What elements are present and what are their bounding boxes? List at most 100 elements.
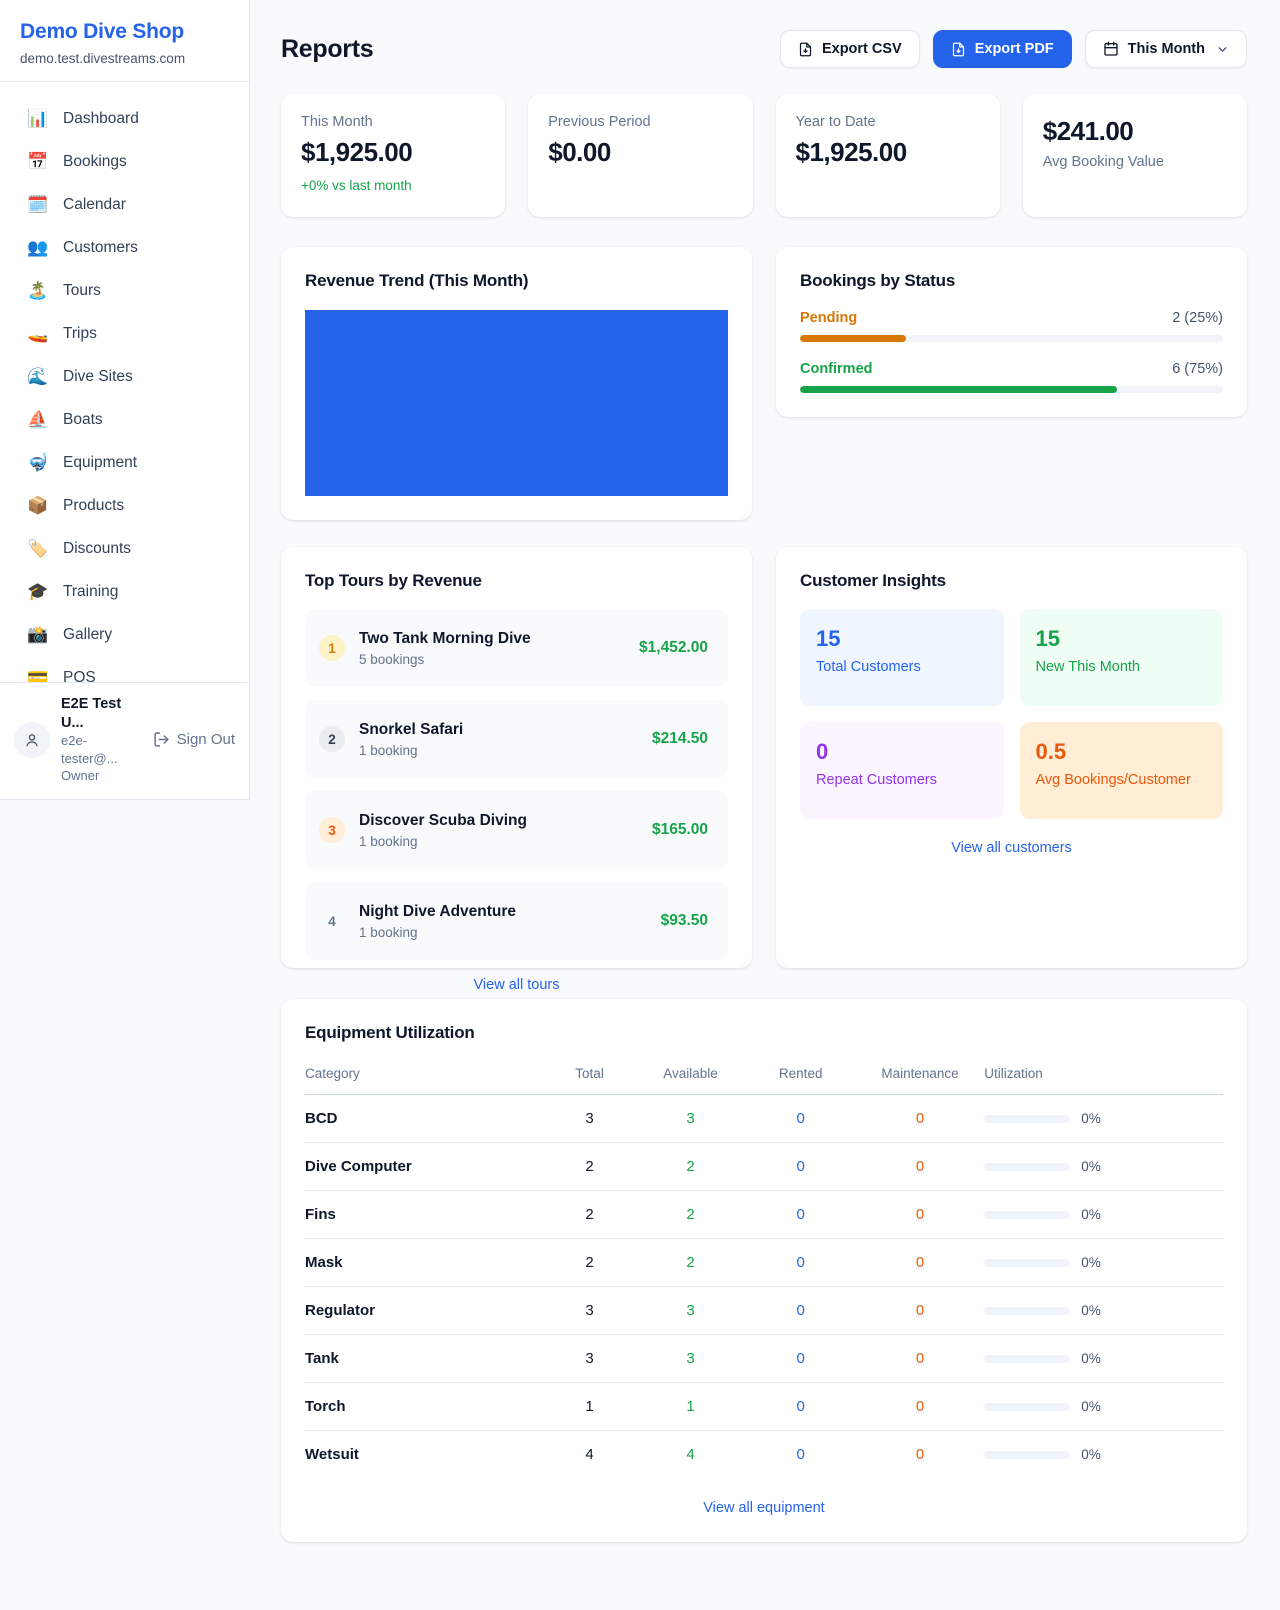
calendar-date-icon: 📅 xyxy=(27,153,49,170)
status-label: Confirmed xyxy=(800,361,873,377)
utilization-bar-track xyxy=(984,1307,1070,1315)
revenue-trend-title: Revenue Trend (This Month) xyxy=(305,271,728,291)
cell-category: Fins xyxy=(305,1191,544,1239)
sidebar-nav: 📊 Dashboard 📅 Bookings 🗓️ Calendar 👥 Cus… xyxy=(0,82,249,682)
tour-name: Snorkel Safari xyxy=(359,721,463,739)
sign-out-icon xyxy=(153,731,170,748)
sidebar-item-training[interactable]: 🎓 Training xyxy=(0,570,249,613)
view-all-customers-link[interactable]: View all customers xyxy=(800,840,1223,856)
sidebar-item-calendar[interactable]: 🗓️ Calendar xyxy=(0,183,249,226)
stat-delta: +0% vs last month xyxy=(301,178,485,193)
insight-grid: 15 Total Customers 15 New This Month 0 R… xyxy=(800,609,1223,819)
file-download-icon xyxy=(951,42,966,57)
credit-card-icon: 💳 xyxy=(27,669,49,682)
tour-bookings: 1 booking xyxy=(359,743,463,758)
sidebar-item-label: Customers xyxy=(63,239,138,257)
col-rented: Rented xyxy=(746,1056,856,1095)
top-tours-card: Top Tours by Revenue 1 Two Tank Morning … xyxy=(281,547,752,968)
user-role: Owner xyxy=(61,767,142,785)
sidebar-item-products[interactable]: 📦 Products xyxy=(0,484,249,527)
sidebar-item-tours[interactable]: 🏝️ Tours xyxy=(0,269,249,312)
sidebar-item-label: Products xyxy=(63,497,124,515)
utilization-percent: 0% xyxy=(1081,1399,1101,1414)
spiral-calendar-icon: 🗓️ xyxy=(27,196,49,213)
stat-card-previous-period: Previous Period $0.00 xyxy=(528,94,752,217)
sidebar-item-discounts[interactable]: 🏷️ Discounts xyxy=(0,527,249,570)
revenue-trend-chart xyxy=(305,310,728,496)
insight-label: Total Customers xyxy=(816,659,988,675)
stat-label: This Month xyxy=(301,114,485,130)
bookings-by-status-title: Bookings by Status xyxy=(800,271,1223,291)
cell-rented: 0 xyxy=(746,1335,856,1383)
status-bar-track xyxy=(800,335,1223,342)
shop-name[interactable]: Demo Dive Shop xyxy=(20,20,229,44)
tour-revenue: $165.00 xyxy=(652,821,708,839)
avatar xyxy=(14,722,50,758)
stat-label: Year to Date xyxy=(796,114,980,130)
export-csv-label: Export CSV xyxy=(822,41,902,57)
tour-revenue: $1,452.00 xyxy=(639,639,708,657)
shop-domain: demo.test.divestreams.com xyxy=(20,51,229,66)
graduation-cap-icon: 🎓 xyxy=(27,583,49,600)
sign-out-button[interactable]: Sign Out xyxy=(153,731,235,748)
wave-icon: 🌊 xyxy=(27,368,49,385)
status-bar-track xyxy=(800,386,1223,393)
file-download-icon xyxy=(798,42,813,57)
tour-revenue: $93.50 xyxy=(661,912,708,930)
sidebar-item-gallery[interactable]: 📸 Gallery xyxy=(0,613,249,656)
utilization-bar-track xyxy=(984,1115,1070,1123)
insight-repeat-customers: 0 Repeat Customers xyxy=(800,722,1004,819)
sidebar-item-pos[interactable]: 💳 POS xyxy=(0,656,249,682)
table-row: Torch 1 1 0 0 0% xyxy=(305,1383,1223,1431)
sailboat-icon: ⛵ xyxy=(27,411,49,428)
cell-available: 2 xyxy=(635,1239,745,1287)
cell-available: 3 xyxy=(635,1335,745,1383)
tour-name: Night Dive Adventure xyxy=(359,903,516,921)
cell-total: 3 xyxy=(544,1335,636,1383)
rank-badge: 2 xyxy=(319,726,345,752)
sidebar-item-customers[interactable]: 👥 Customers xyxy=(0,226,249,269)
sidebar-item-label: Discounts xyxy=(63,540,131,558)
speedboat-icon: 🚤 xyxy=(27,325,49,342)
stat-card-avg-booking-value: $241.00 Avg Booking Value xyxy=(1023,94,1247,217)
sidebar-item-dive-sites[interactable]: 🌊 Dive Sites xyxy=(0,355,249,398)
rank-badge: 4 xyxy=(319,908,345,934)
status-count: 2 (25%) xyxy=(1172,310,1223,326)
insights-row: Top Tours by Revenue 1 Two Tank Morning … xyxy=(281,547,1247,968)
sidebar-item-bookings[interactable]: 📅 Bookings xyxy=(0,140,249,183)
view-all-equipment-link[interactable]: View all equipment xyxy=(305,1500,1223,1516)
table-row: BCD 3 3 0 0 0% xyxy=(305,1095,1223,1143)
utilization-cell: 0% xyxy=(984,1159,1223,1174)
page-header: Reports Export CSV Export PDF This Month xyxy=(281,30,1247,68)
utilization-percent: 0% xyxy=(1081,1303,1101,1318)
sidebar-item-boats[interactable]: ⛵ Boats xyxy=(0,398,249,441)
view-all-tours-link[interactable]: View all tours xyxy=(305,977,728,993)
cell-maintenance: 0 xyxy=(856,1143,985,1191)
utilization-cell: 0% xyxy=(984,1207,1223,1222)
rank-badge: 1 xyxy=(319,635,345,661)
cell-total: 3 xyxy=(544,1095,636,1143)
cell-category: BCD xyxy=(305,1095,544,1143)
export-pdf-button[interactable]: Export PDF xyxy=(933,30,1072,68)
cell-maintenance: 0 xyxy=(856,1239,985,1287)
table-row: Mask 2 2 0 0 0% xyxy=(305,1239,1223,1287)
cell-maintenance: 0 xyxy=(856,1335,985,1383)
tour-name: Discover Scuba Diving xyxy=(359,812,527,830)
bar-chart-icon: 📊 xyxy=(27,110,49,127)
sidebar-item-label: Calendar xyxy=(63,196,126,214)
cell-available: 1 xyxy=(635,1383,745,1431)
user-name: E2E Test U... xyxy=(61,695,142,733)
utilization-percent: 0% xyxy=(1081,1447,1101,1462)
package-icon: 📦 xyxy=(27,497,49,514)
tour-row: 2 Snorkel Safari 1 booking $214.50 xyxy=(305,700,728,778)
period-select[interactable]: This Month xyxy=(1085,30,1247,68)
cell-total: 3 xyxy=(544,1287,636,1335)
status-bar-fill xyxy=(800,386,1117,393)
export-csv-button[interactable]: Export CSV xyxy=(780,30,920,68)
sidebar-item-dashboard[interactable]: 📊 Dashboard xyxy=(0,97,249,140)
sidebar-item-trips[interactable]: 🚤 Trips xyxy=(0,312,249,355)
insight-label: New This Month xyxy=(1036,659,1208,675)
user-email: e2e-tester@... xyxy=(61,732,142,767)
sidebar-item-equipment[interactable]: 🤿 Equipment xyxy=(0,441,249,484)
insight-label: Avg Bookings/Customer xyxy=(1036,772,1208,788)
